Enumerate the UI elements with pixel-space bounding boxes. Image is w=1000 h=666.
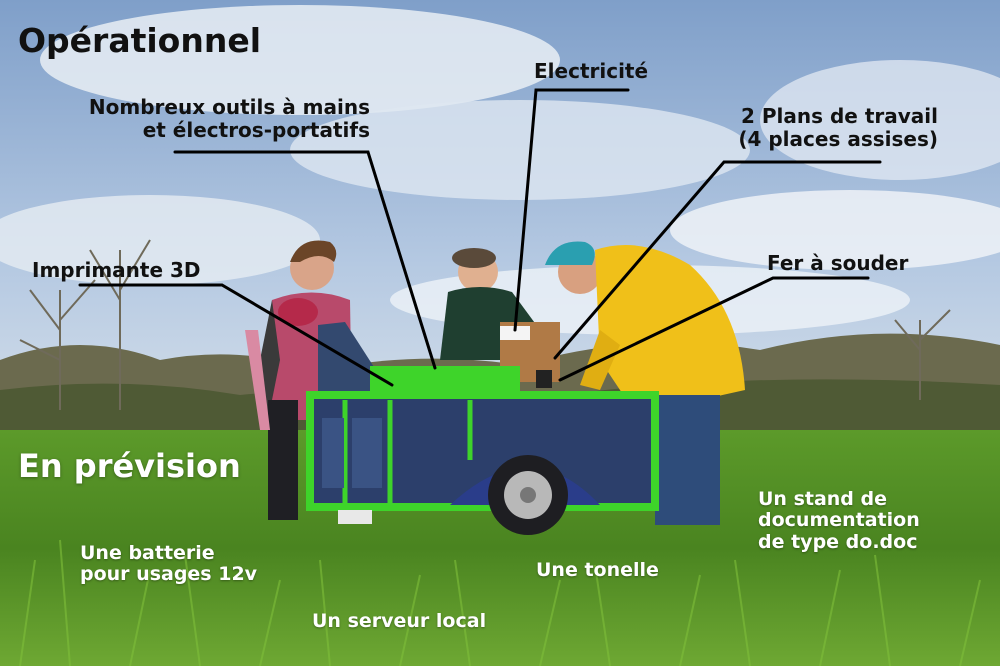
label-tools-line-1: Nombreux outils à mains — [88, 95, 370, 119]
label-local-server: Un serveur local — [312, 610, 487, 632]
label-documentation-line-2: documentation — [758, 509, 920, 532]
label-documentation-line-3: de type do.doc — [758, 530, 918, 553]
label-workbench: 2 Plans de travail (4 places assises) — [738, 105, 938, 150]
label-workbench-line-1: 2 Plans de travail — [740, 104, 938, 128]
label-electricity: Electricité — [534, 59, 649, 83]
label-workbench-line-2: (4 places assises) — [738, 126, 938, 151]
label-documentation-stand: Un stand de documentation de type do.doc — [758, 488, 920, 553]
label-3d-printer: Imprimante 3D — [32, 258, 201, 282]
annotated-photo: Opérationnel Nombreux outils à mains et … — [0, 0, 1000, 666]
label-battery-line-2: pour usages 12v — [80, 563, 258, 586]
heading-planned: En prévision — [18, 447, 241, 485]
label-arbor: Une tonelle — [536, 559, 659, 581]
label-tools-line-2: et électros-portatifs — [142, 117, 370, 142]
label-documentation-line-1: Un stand de — [758, 488, 888, 510]
label-battery-line-1: Une batterie — [80, 542, 215, 564]
label-battery: Une batterie pour usages 12v — [80, 542, 258, 586]
label-tools: Nombreux outils à mains et électros-port… — [89, 96, 370, 141]
heading-operational: Opérationnel — [18, 21, 262, 60]
label-soldering-iron: Fer à souder — [767, 251, 909, 275]
